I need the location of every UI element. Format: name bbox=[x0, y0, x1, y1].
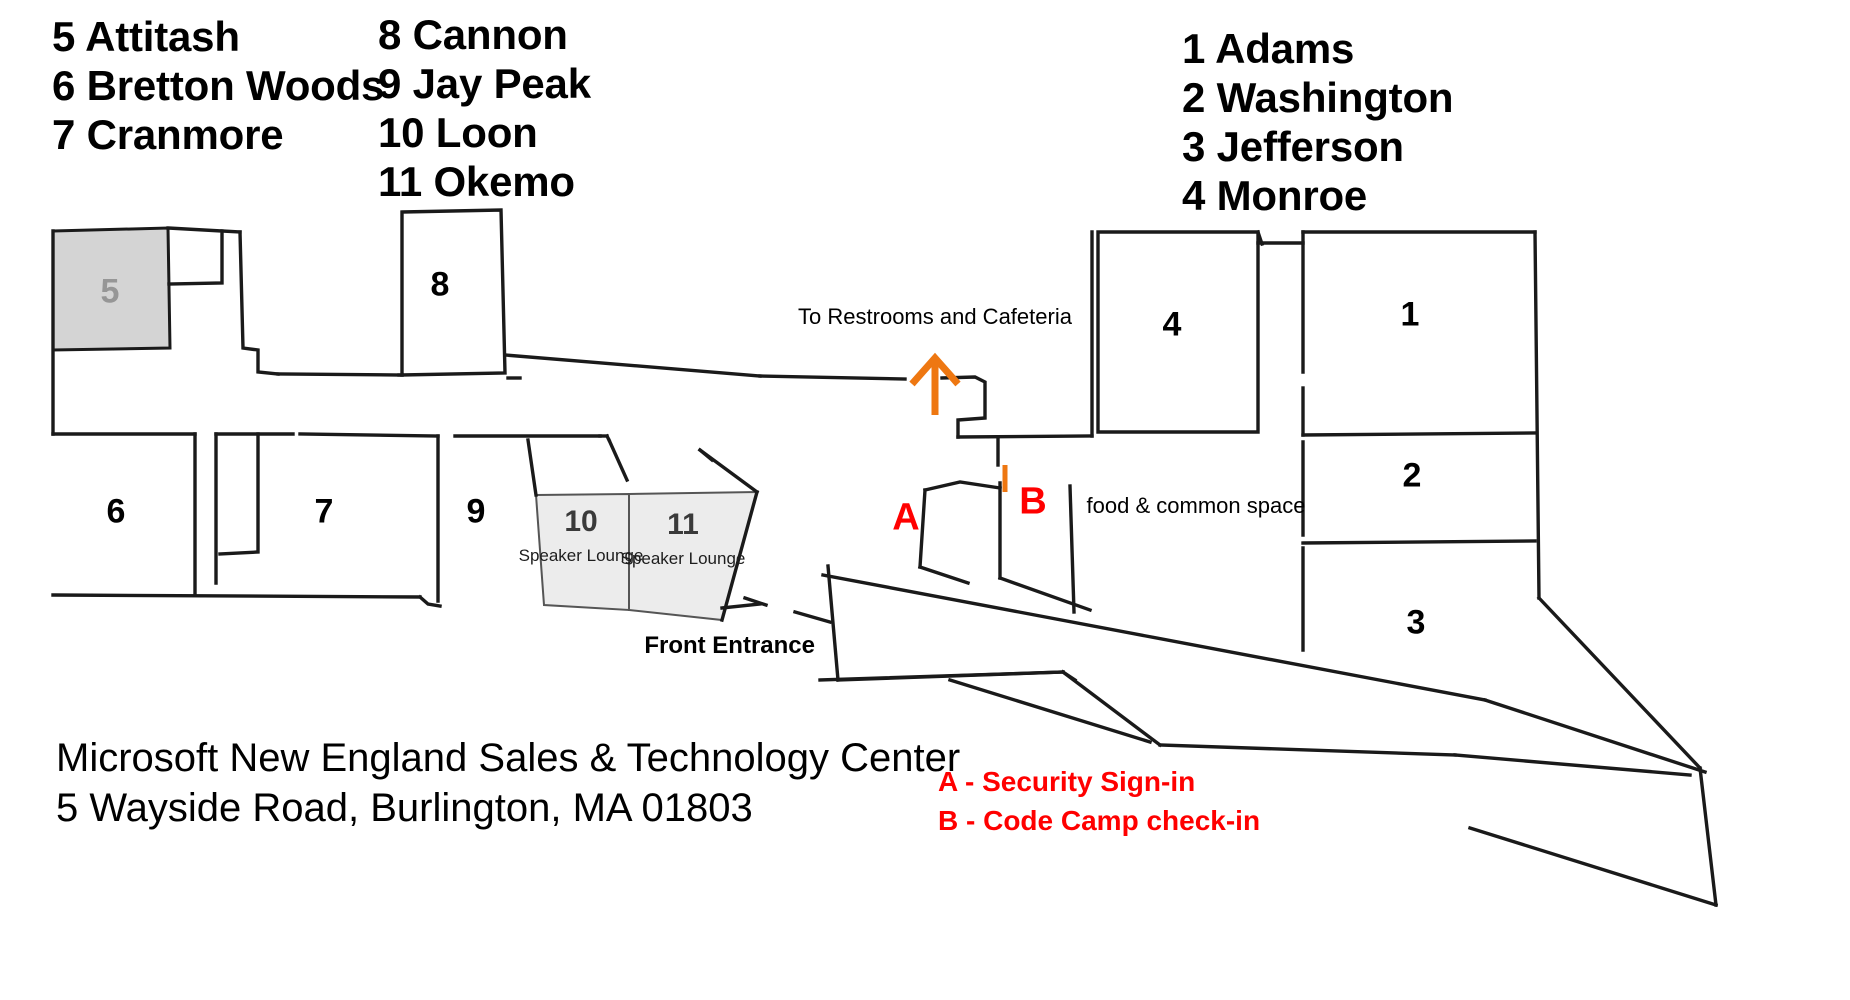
marker-key: A - Security Sign-in B - Code Camp check… bbox=[938, 763, 1260, 840]
legend-right-line-3: 3 Jefferson bbox=[1182, 123, 1404, 171]
room-label-11: 11 bbox=[667, 508, 699, 541]
room-label-5: 5 bbox=[100, 272, 120, 311]
room-label-4: 4 bbox=[1162, 305, 1182, 344]
room-label-1: 1 bbox=[1400, 295, 1420, 334]
legend-mid-line-1: 8 Cannon bbox=[378, 11, 568, 58]
legend-left-line-3: 7 Cranmore bbox=[52, 111, 284, 159]
restrooms-cafeteria-label: To Restrooms and Cafeteria bbox=[798, 304, 1072, 329]
room-label-6: 6 bbox=[106, 492, 126, 531]
room-label-9: 9 bbox=[466, 492, 486, 531]
legend-right-line-4: 4 Monroe bbox=[1182, 172, 1368, 220]
legend-mid-line-2: 9 Jay Peak bbox=[378, 60, 591, 108]
marker-a-security: A bbox=[892, 496, 920, 539]
legend-rooms-5-7: 5 Attitash 6 Bretton Woods 7 Cranmore bbox=[52, 12, 384, 159]
legend-left-line-1: 5 Attitash bbox=[52, 13, 240, 60]
venue-name: Microsoft New England Sales & Technology… bbox=[56, 736, 961, 780]
legend-right-line-2: 2 Washington bbox=[1182, 74, 1454, 122]
key-line-a: A - Security Sign-in bbox=[938, 766, 1196, 797]
marker-b-checkin: B bbox=[1019, 480, 1047, 523]
food-common-space-label: food & common space bbox=[1086, 493, 1306, 518]
front-entrance-label: Front Entrance bbox=[644, 632, 815, 659]
venue-address: 5 Wayside Road, Burlington, MA 01803 bbox=[56, 786, 753, 831]
venue-caption: Microsoft New England Sales & Technology… bbox=[56, 733, 960, 834]
room-label-10: 10 bbox=[564, 505, 598, 538]
floorplan-page: 5 Attitash 6 Bretton Woods 7 Cranmore 8 … bbox=[0, 0, 1850, 1000]
legend-mid-line-4: 11 Okemo bbox=[378, 158, 575, 206]
legend-right-line-1: 1 Adams bbox=[1182, 25, 1355, 72]
room-sublabel-11: Speaker Lounge bbox=[620, 549, 746, 568]
legend-mid-line-3: 10 Loon bbox=[378, 109, 538, 157]
room-label-3: 3 bbox=[1406, 603, 1426, 642]
legend-rooms-1-4: 1 Adams 2 Washington 3 Jefferson 4 Monro… bbox=[1182, 24, 1454, 221]
room-label-8: 8 bbox=[430, 265, 450, 304]
legend-rooms-8-11: 8 Cannon 9 Jay Peak 10 Loon 11 Okemo bbox=[378, 10, 591, 207]
room-label-7: 7 bbox=[314, 492, 334, 531]
legend-left-line-2: 6 Bretton Woods bbox=[52, 62, 385, 110]
key-line-b: B - Code Camp check-in bbox=[938, 804, 1261, 836]
room-label-2: 2 bbox=[1402, 456, 1422, 495]
